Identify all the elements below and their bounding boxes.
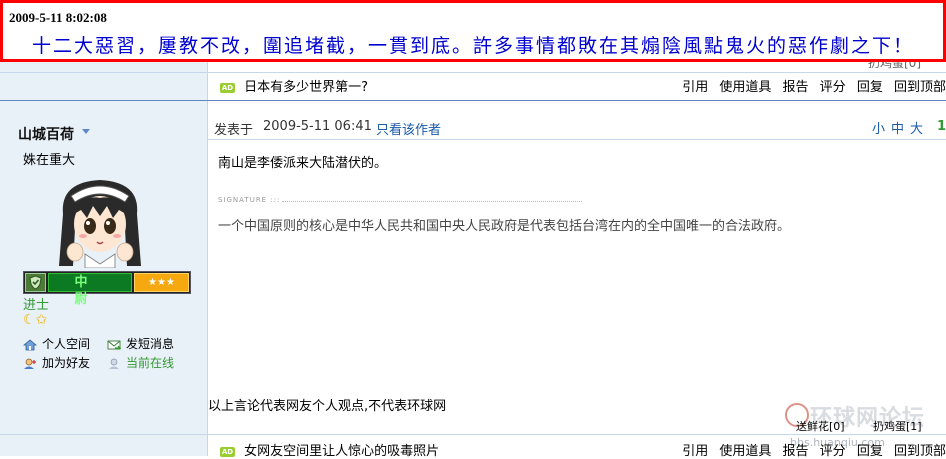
reply-button[interactable]: 回复 — [857, 444, 883, 459]
rank-stars: ★★★ — [134, 273, 189, 292]
user-custom-title: 姝在重大 — [23, 153, 76, 168]
shield-icon — [25, 273, 46, 292]
home-icon — [23, 338, 37, 350]
use-item-button[interactable]: 使用道具 — [719, 80, 771, 95]
chevron-down-icon[interactable] — [82, 129, 90, 134]
add-friend-icon — [24, 358, 36, 369]
send-flower-button[interactable]: 送鲜花[0] — [796, 418, 845, 434]
report-button[interactable]: 报告 — [783, 444, 809, 459]
row-divider — [0, 72, 946, 73]
back-to-top-button[interactable]: 回到顶部 — [894, 444, 946, 459]
online-status: 当前在线 — [107, 354, 174, 371]
quote-button[interactable]: 引用 — [682, 444, 708, 459]
reply-button[interactable]: 回复 — [857, 80, 883, 95]
avatar — [59, 180, 141, 268]
top-banner: 2009-5-11 8:02:08 十二大惡習，屢教不改，圍追堵截，一貫到底。許… — [0, 0, 946, 62]
font-size-switcher[interactable]: 小中大 — [872, 118, 929, 137]
online-user-icon — [109, 358, 119, 369]
report-button[interactable]: 报告 — [783, 80, 809, 95]
rate-button[interactable]: 评分 — [820, 444, 846, 459]
user-level: 进士 — [23, 298, 50, 313]
only-author-link[interactable]: 只看该作者 — [376, 119, 441, 138]
ad-row-1: AD 日本有多少世界第一? — [220, 76, 368, 95]
add-friend-label: 加为好友 — [42, 356, 91, 370]
throw-egg-button[interactable]: 扔鸡蛋[1] — [873, 418, 922, 434]
ad-link[interactable]: 日本有多少世界第一? — [244, 80, 368, 95]
ad-row-2: AD 女网友空间里让人惊心的吸毒照片 — [220, 440, 439, 459]
rank-name: 中 尉 — [48, 273, 132, 307]
posted-label: 发表于 — [214, 123, 254, 138]
message-icon — [107, 340, 121, 349]
username-link[interactable]: 山城百荷 — [18, 124, 74, 144]
use-item-button[interactable]: 使用道具 — [719, 444, 771, 459]
post-date: 2009-5-11 06:41 — [263, 119, 372, 134]
send-message-link[interactable]: 发短消息 — [107, 335, 174, 352]
signature-text: 一个中国原则的核心是中华人民共和国中央人民政府是代表包括台湾在内的全中国唯一的合… — [218, 219, 791, 234]
row-divider — [0, 434, 946, 435]
profile-space-label: 个人空间 — [42, 337, 91, 351]
rate-button[interactable]: 评分 — [820, 80, 846, 95]
add-friend-link[interactable]: 加为好友 — [23, 354, 90, 371]
profile-space-link[interactable]: 个人空间 — [23, 335, 90, 352]
send-message-label: 发短消息 — [126, 337, 175, 351]
post-content: 南山是李倭派来大陆潜伏的。 — [218, 156, 388, 171]
banner-timestamp: 2009-5-11 8:02:08 — [9, 10, 107, 25]
signature-label: SIGNATURE ::: — [218, 196, 281, 204]
floor-number: 1 — [937, 119, 946, 134]
ad-badge: AD — [220, 446, 235, 457]
disclaimer-text: 以上言论代表网友个人观点,不代表环球网 — [208, 399, 447, 414]
online-status-label: 当前在线 — [126, 356, 175, 370]
ad-link[interactable]: 女网友空间里让人惊心的吸毒照片 — [244, 444, 439, 459]
post-actions-bottom: 引用 使用道具 报告 评分 回复 回到顶部 — [675, 440, 946, 459]
back-to-top-button[interactable]: 回到顶部 — [894, 80, 946, 95]
level-moon-star-icon: ☾✩ — [23, 312, 48, 328]
row-divider — [0, 100, 946, 101]
banner-message: 十二大惡習，屢教不改，圍追堵截，一貫到底。許多事情都敗在其煽陰風點鬼火的惡作劇之… — [31, 35, 914, 57]
post-actions-top: 引用 使用道具 报告 评分 回复 回到顶部 — [675, 76, 946, 95]
signature-divider — [282, 201, 582, 202]
ad-badge: AD — [220, 82, 235, 93]
quote-button[interactable]: 引用 — [682, 80, 708, 95]
